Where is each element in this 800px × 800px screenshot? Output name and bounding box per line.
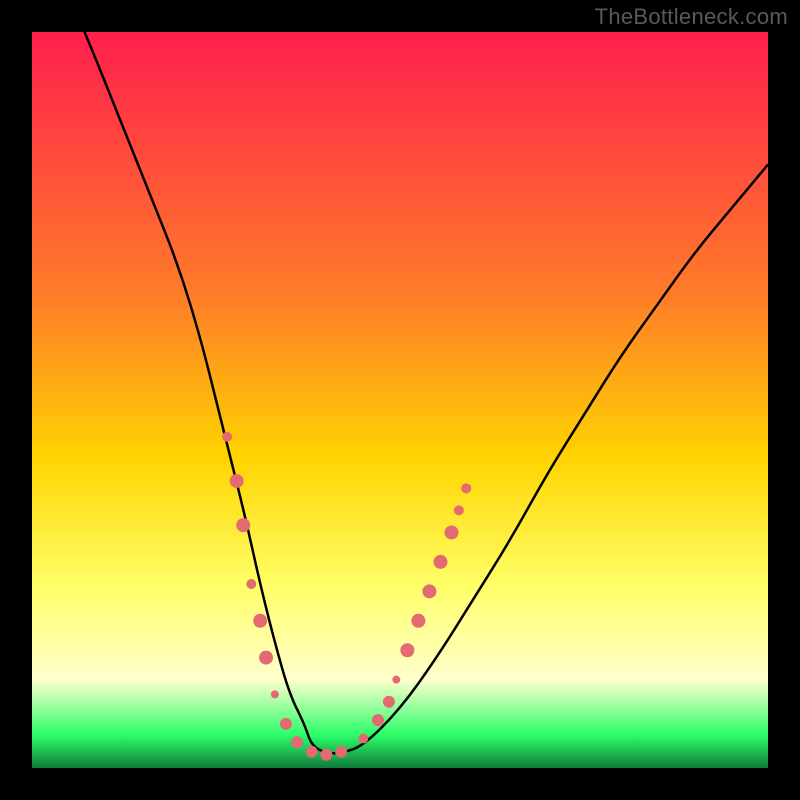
curve-marker	[383, 696, 395, 708]
curve-marker	[461, 483, 471, 493]
curve-marker	[433, 555, 447, 569]
curve-marker	[358, 734, 368, 744]
curve-marker	[222, 432, 232, 442]
curve-marker	[422, 584, 436, 598]
plot-background	[32, 32, 768, 768]
curve-marker	[454, 505, 464, 515]
curve-marker	[291, 736, 303, 748]
curve-marker	[236, 518, 250, 532]
curve-marker	[230, 474, 244, 488]
chart-stage: { "watermark": "TheBottleneck.com", "col…	[0, 0, 800, 800]
curve-marker	[259, 651, 273, 665]
curve-marker	[253, 614, 267, 628]
curve-marker	[372, 714, 384, 726]
chart-canvas	[0, 0, 800, 800]
watermark-text: TheBottleneck.com	[595, 4, 788, 30]
curve-marker	[320, 749, 332, 761]
curve-marker	[306, 746, 318, 758]
curve-marker	[246, 579, 256, 589]
curve-marker	[445, 525, 459, 539]
curve-marker	[392, 676, 400, 684]
curve-marker	[280, 718, 292, 730]
curve-marker	[400, 643, 414, 657]
curve-marker	[335, 746, 347, 758]
curve-marker	[271, 690, 279, 698]
curve-marker	[411, 614, 425, 628]
